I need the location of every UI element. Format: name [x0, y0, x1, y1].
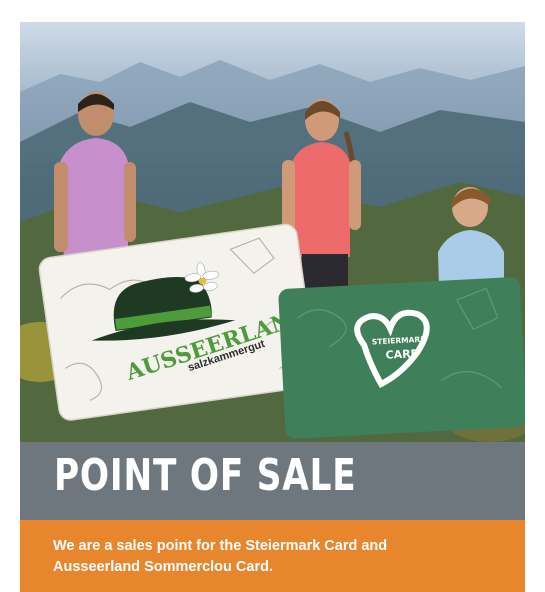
steiermark-card: STEIERMARK CARD — [278, 277, 525, 439]
hero-photo: AUSSEERLAND salzkammergut STEIERMARK CAR… — [20, 22, 525, 442]
description-band: We are a sales point for the Steiermark … — [20, 520, 525, 592]
poster: AUSSEERLAND salzkammergut STEIERMARK CAR… — [20, 22, 525, 592]
description-text: We are a sales point for the Steiermark … — [53, 536, 503, 578]
mountain-scene: AUSSEERLAND salzkammergut STEIERMARK CAR… — [20, 60, 525, 442]
ausseerland-card: AUSSEERLAND salzkammergut — [38, 223, 318, 421]
description-line: We are a sales point for the Steiermark … — [53, 538, 388, 554]
description-line: Ausseerland Sommerclou Card. — [53, 559, 273, 575]
steiermark-line2: CARD — [385, 347, 420, 362]
title-band: POINT OF SALE — [20, 442, 525, 520]
page-title: POINT OF SALE — [54, 450, 357, 501]
